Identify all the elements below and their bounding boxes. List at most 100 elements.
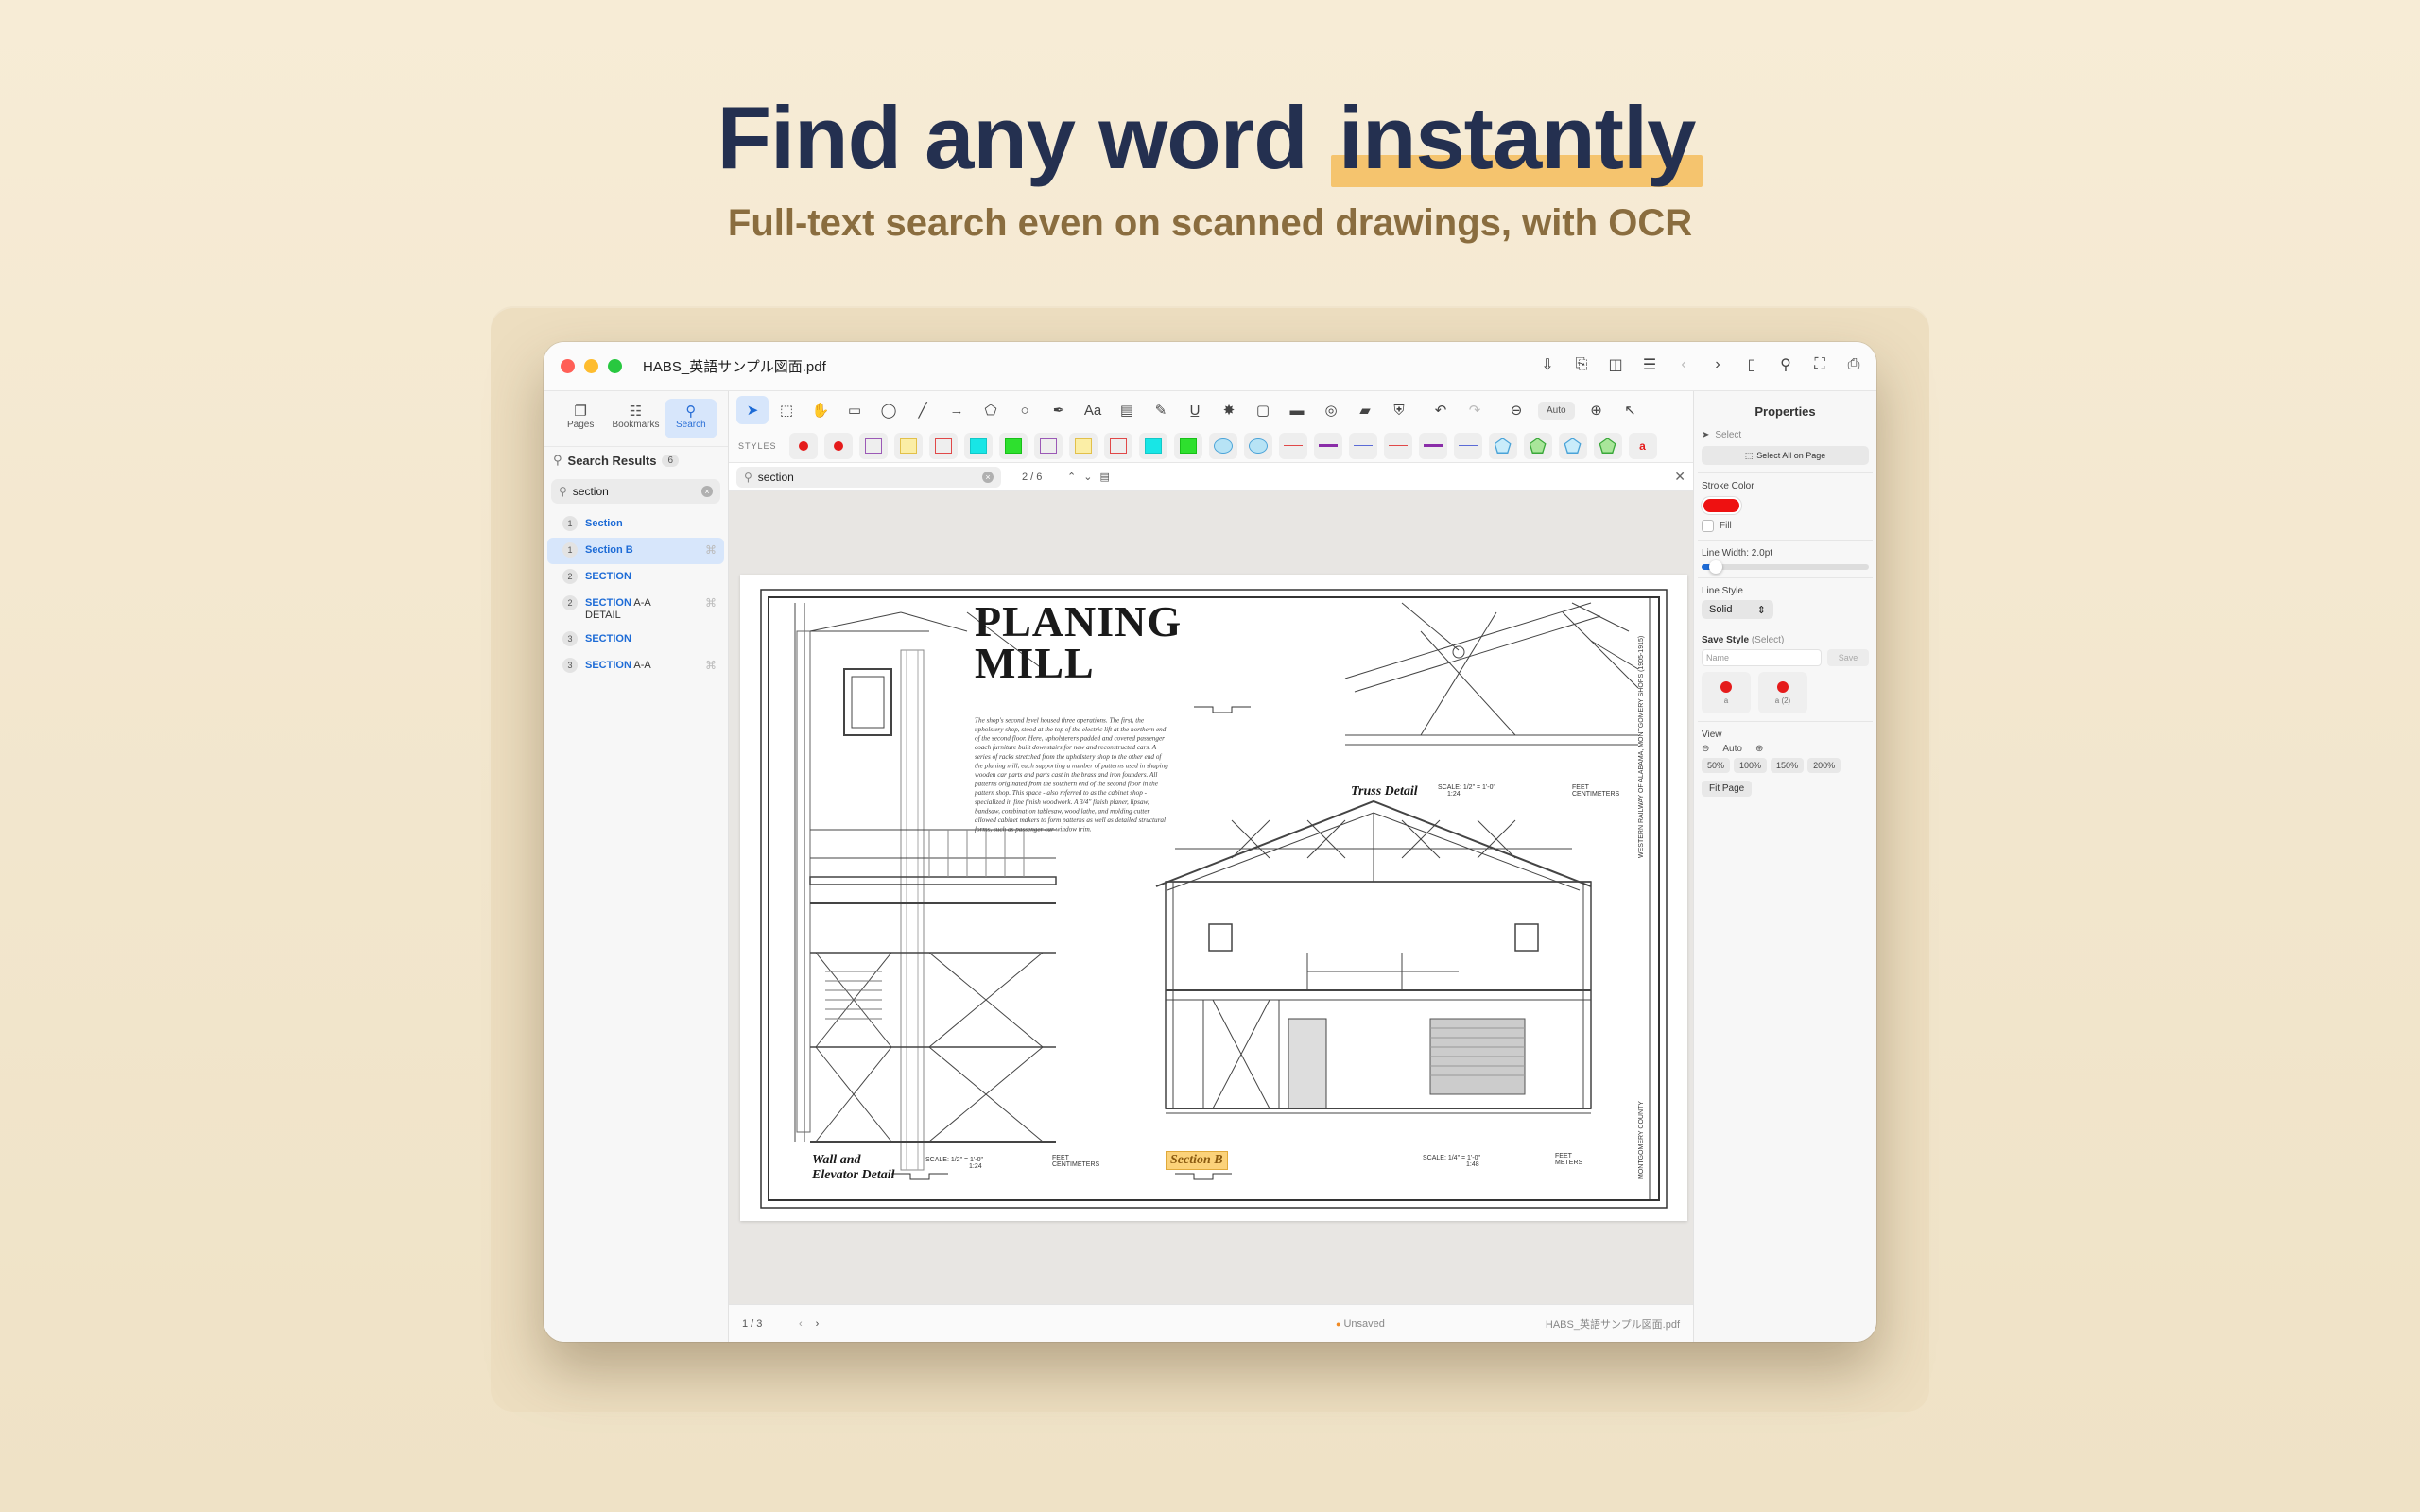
line-tool-icon[interactable]: ╱: [907, 396, 939, 424]
stamp-icon[interactable]: ✸: [1213, 396, 1245, 424]
text-box-icon[interactable]: ▤: [1111, 396, 1143, 424]
search-hit-highlight[interactable]: Section B: [1166, 1151, 1228, 1170]
save-style-button[interactable]: Save: [1827, 649, 1869, 666]
clear-search-icon[interactable]: ×: [701, 486, 713, 497]
style-swatch-pentagon[interactable]: [1558, 432, 1587, 459]
sidebar-search-field[interactable]: ⚲ section ×: [551, 479, 720, 504]
minimize-window-button[interactable]: [584, 359, 598, 373]
slider-knob[interactable]: [1709, 560, 1722, 574]
saved-style-item[interactable]: a: [1702, 672, 1751, 713]
style-swatch-dot[interactable]: [823, 432, 853, 459]
zoom-window-button[interactable]: [608, 359, 622, 373]
pdf-page[interactable]: WESTERN RAILWAY OF ALABAMA, MONTGOMERY S…: [740, 575, 1687, 1221]
zoom-out-icon[interactable]: ⊖: [1702, 744, 1709, 754]
zoom-auto-button[interactable]: Auto: [1538, 401, 1575, 420]
fit-page-button[interactable]: Fit Page: [1702, 781, 1753, 797]
rectangle-tool-icon[interactable]: ▭: [838, 396, 871, 424]
sidebar-search-value[interactable]: section: [573, 485, 696, 498]
single-page-icon[interactable]: ▯: [1740, 353, 1763, 376]
redact-icon[interactable]: ▰: [1349, 396, 1381, 424]
select-all-button[interactable]: ⬚ Select All on Page: [1702, 446, 1869, 465]
link-icon[interactable]: ⌘: [705, 659, 717, 672]
saved-style-item[interactable]: a (2): [1758, 672, 1807, 713]
zoom-in-icon[interactable]: ⊕: [1581, 396, 1613, 424]
pen-tool-icon[interactable]: ✒: [1043, 396, 1075, 424]
fill-checkbox[interactable]: [1702, 520, 1714, 532]
line-style-select[interactable]: Solid ⇕: [1702, 600, 1773, 619]
style-swatch-line[interactable]: [1313, 432, 1342, 459]
style-swatch-ellipse[interactable]: [1243, 432, 1272, 459]
clear-find-icon[interactable]: ×: [982, 471, 994, 483]
style-swatch-rect[interactable]: [1173, 432, 1202, 459]
search-result[interactable]: 2 SECTION A-A DETAIL ⌘: [547, 591, 724, 627]
underline-icon[interactable]: U̲: [1179, 396, 1211, 424]
search-result[interactable]: 3 SECTION A-A ⌘: [547, 653, 724, 679]
style-swatch-pentagon[interactable]: [1488, 432, 1517, 459]
zoom-preset-100[interactable]: 100%: [1734, 758, 1768, 773]
import-icon[interactable]: ⇩: [1536, 353, 1559, 376]
style-swatch-rect[interactable]: [963, 432, 993, 459]
style-swatch-rect[interactable]: [1068, 432, 1098, 459]
style-swatch-rect[interactable]: [1033, 432, 1063, 459]
undo-icon[interactable]: ↶: [1425, 396, 1457, 424]
area-select-icon[interactable]: ⬚: [770, 396, 803, 424]
style-swatch-line[interactable]: [1453, 432, 1482, 459]
zoom-preset-200[interactable]: 200%: [1807, 758, 1841, 773]
tab-search[interactable]: ⚲ Search: [664, 399, 717, 438]
style-swatch-rect[interactable]: [1103, 432, 1132, 459]
zoom-preset-50[interactable]: 50%: [1702, 758, 1731, 773]
close-find-icon[interactable]: ✕: [1674, 469, 1685, 485]
previous-match-icon[interactable]: ⌃: [1067, 471, 1076, 483]
select-tool-icon[interactable]: ➤: [736, 396, 769, 424]
print-icon[interactable]: ⎙: [1842, 353, 1865, 376]
adjust-icon[interactable]: ☰: [1638, 353, 1661, 376]
circle-tool-icon[interactable]: ○: [1009, 396, 1041, 424]
results-list-icon[interactable]: ▤: [1099, 471, 1109, 483]
ocr-scan-icon[interactable]: ⛶: [1808, 353, 1831, 376]
link-icon[interactable]: ⌘: [705, 543, 717, 557]
highlighter-icon[interactable]: ✎: [1145, 396, 1177, 424]
next-match-icon[interactable]: ⌄: [1083, 471, 1092, 483]
search-result-selected[interactable]: 1 Section B ⌘: [547, 538, 724, 564]
forward-icon[interactable]: ›: [1706, 353, 1729, 376]
hand-tool-icon[interactable]: ✋: [804, 396, 837, 424]
style-swatch-rect[interactable]: [1138, 432, 1167, 459]
export-icon[interactable]: ⎘: [1570, 353, 1593, 376]
style-swatch-rect[interactable]: [928, 432, 958, 459]
tab-pages[interactable]: ❐ Pages: [554, 399, 607, 438]
style-swatch-rect[interactable]: [998, 432, 1028, 459]
measure-icon[interactable]: ▬: [1281, 396, 1313, 424]
text-tool-icon[interactable]: Aa: [1077, 396, 1109, 424]
search-result[interactable]: 2 SECTION: [547, 564, 724, 591]
style-swatch-line[interactable]: [1278, 432, 1307, 459]
style-swatch-line[interactable]: [1383, 432, 1412, 459]
view-auto[interactable]: Auto: [1713, 744, 1752, 754]
find-input-value[interactable]: section: [758, 471, 977, 484]
document-canvas[interactable]: WESTERN RAILWAY OF ALABAMA, MONTGOMERY S…: [729, 491, 1693, 1304]
next-page-icon[interactable]: ›: [816, 1318, 820, 1330]
style-swatch-line[interactable]: [1348, 432, 1377, 459]
signature-icon[interactable]: ◎: [1315, 396, 1347, 424]
stroke-color-swatch[interactable]: [1702, 497, 1741, 514]
link-icon[interactable]: ⌘: [705, 596, 717, 610]
zoom-out-icon[interactable]: ⊖: [1500, 396, 1532, 424]
style-swatch-line[interactable]: [1418, 432, 1447, 459]
style-swatch-pentagon[interactable]: [1593, 432, 1622, 459]
redo-icon[interactable]: ↷: [1459, 396, 1491, 424]
back-icon[interactable]: ‹: [1672, 353, 1695, 376]
style-swatch-text[interactable]: a: [1628, 432, 1657, 459]
style-swatch-ellipse[interactable]: [1208, 432, 1237, 459]
comment-icon[interactable]: ▢: [1247, 396, 1279, 424]
previous-page-icon[interactable]: ‹: [799, 1318, 803, 1330]
cursor-mode-icon[interactable]: ↖: [1615, 396, 1647, 424]
style-swatch-pentagon[interactable]: [1523, 432, 1552, 459]
style-swatch-rect[interactable]: [858, 432, 888, 459]
style-swatch-rect[interactable]: [893, 432, 923, 459]
sidebar-toggle-icon[interactable]: ◫: [1604, 353, 1627, 376]
search-result[interactable]: 1 Section: [547, 511, 724, 538]
style-swatch-dot[interactable]: [788, 432, 818, 459]
tab-bookmarks[interactable]: ☷ Bookmarks: [609, 399, 662, 438]
ellipse-tool-icon[interactable]: ◯: [873, 396, 905, 424]
line-width-slider[interactable]: [1702, 560, 1869, 574]
polygon-tool-icon[interactable]: ⬠: [975, 396, 1007, 424]
